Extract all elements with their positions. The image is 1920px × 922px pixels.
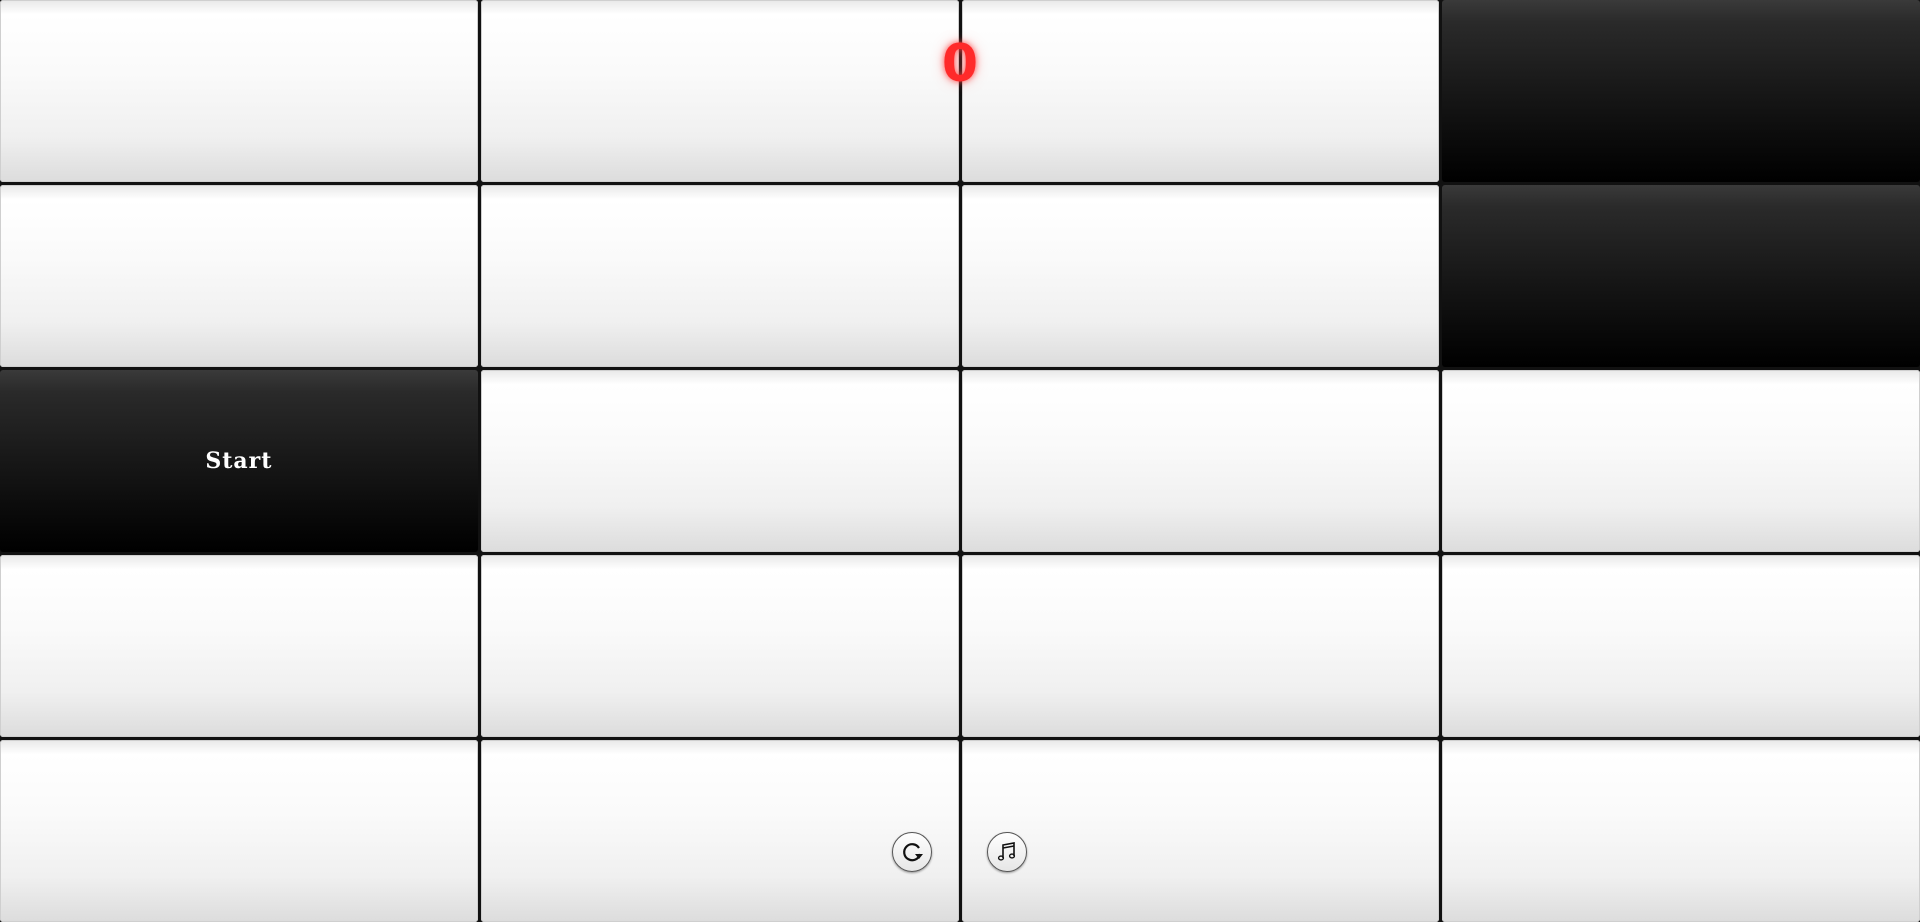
start-tile[interactable]: Start — [0, 370, 478, 552]
white-tile[interactable] — [961, 740, 1440, 922]
white-tile[interactable] — [1442, 370, 1920, 552]
black-tile[interactable] — [1442, 185, 1920, 367]
restart-icon — [899, 839, 925, 865]
white-tile[interactable] — [480, 370, 959, 552]
music-note-icon — [994, 839, 1020, 865]
restart-button[interactable] — [892, 832, 932, 872]
white-tile[interactable] — [480, 555, 959, 737]
white-tile[interactable] — [961, 370, 1440, 552]
black-tile[interactable] — [1442, 0, 1920, 182]
white-tile[interactable] — [0, 185, 478, 367]
white-tile[interactable] — [480, 0, 959, 182]
white-tile[interactable] — [0, 740, 478, 922]
white-tile[interactable] — [480, 740, 959, 922]
white-tile[interactable] — [961, 0, 1440, 182]
white-tile[interactable] — [1442, 555, 1920, 737]
music-button[interactable] — [987, 832, 1027, 872]
start-label: Start — [205, 448, 273, 474]
white-tile[interactable] — [1442, 740, 1920, 922]
game-board: Start — [0, 0, 1920, 922]
white-tile[interactable] — [961, 555, 1440, 737]
white-tile[interactable] — [961, 185, 1440, 367]
white-tile[interactable] — [480, 185, 959, 367]
white-tile[interactable] — [0, 0, 478, 182]
white-tile[interactable] — [0, 555, 478, 737]
